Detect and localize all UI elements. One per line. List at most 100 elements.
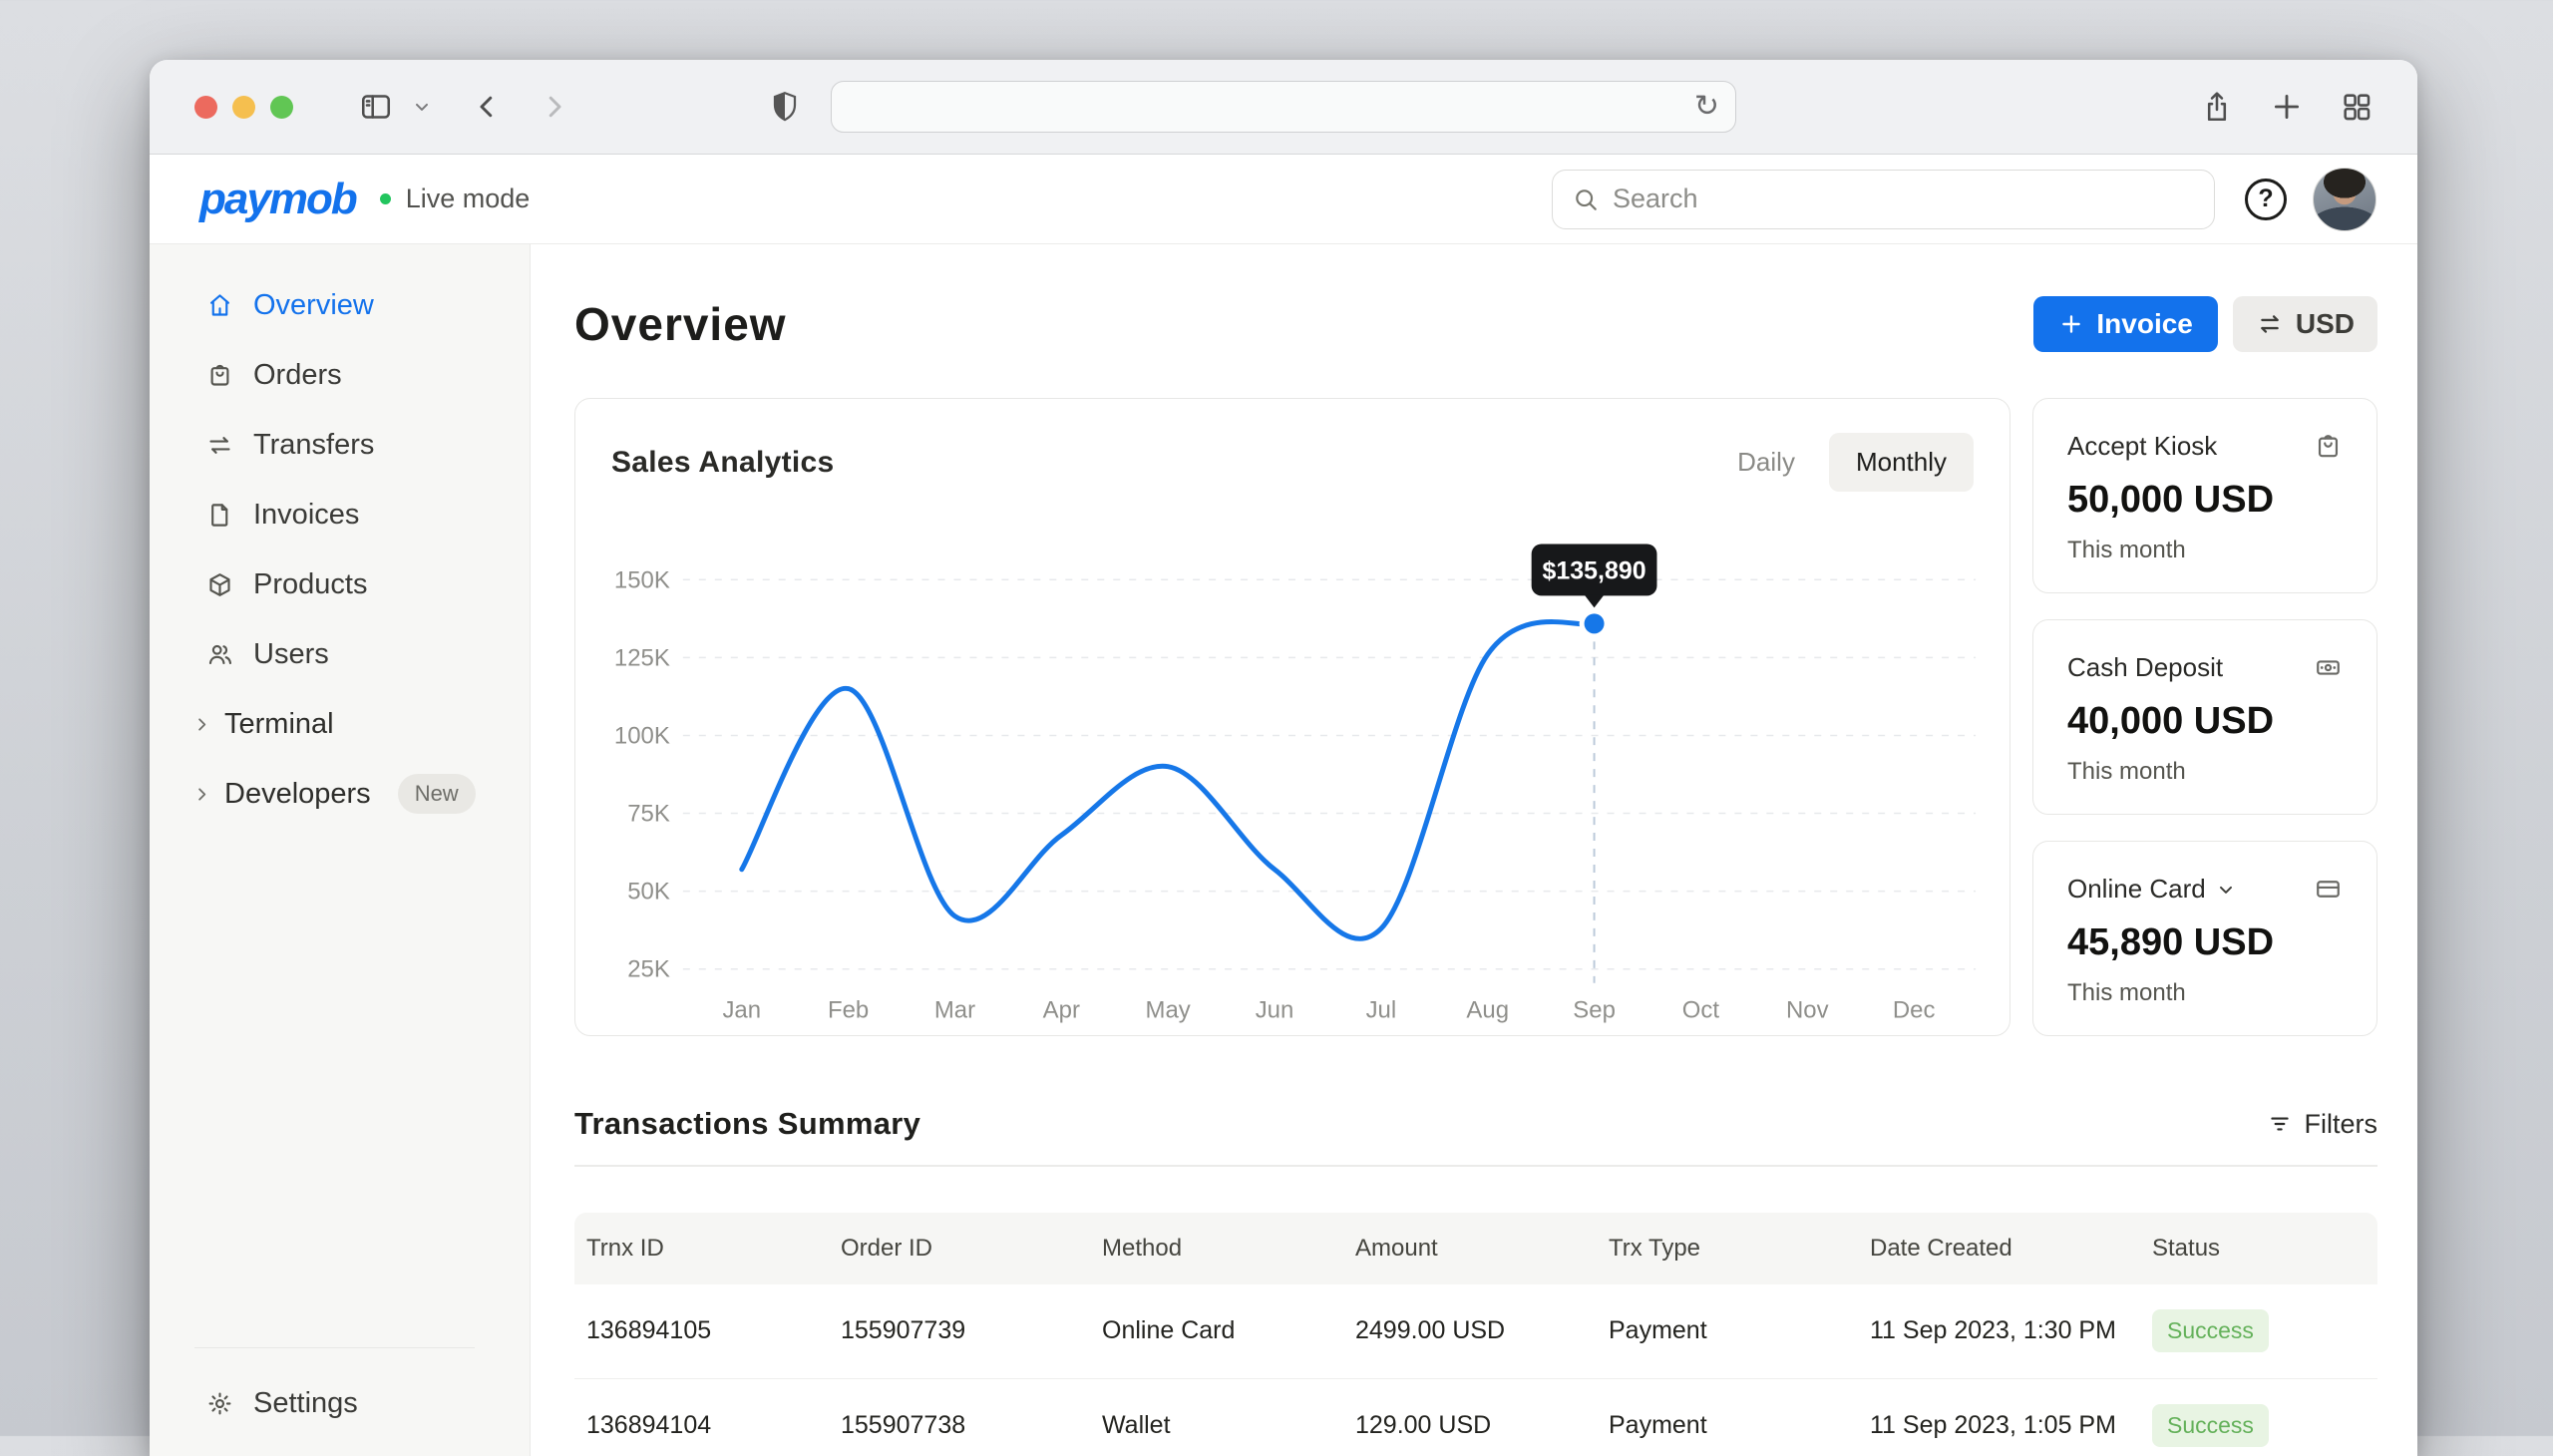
live-mode-label: Live mode (406, 183, 531, 214)
help-icon[interactable]: ? (2245, 179, 2287, 220)
address-bar[interactable]: ↻ (831, 81, 1736, 133)
swap-icon (2256, 310, 2284, 338)
svg-text:Nov: Nov (1786, 997, 1829, 1024)
chevron-right-icon (192, 715, 211, 734)
home-icon (206, 292, 233, 319)
minimize-window-button[interactable] (232, 96, 255, 119)
svg-text:Apr: Apr (1043, 997, 1080, 1024)
sidebar-group-developers[interactable]: Developers New (150, 759, 530, 829)
app-body: Overview Orders Transfers (150, 244, 2417, 1456)
package-icon (206, 571, 233, 598)
svg-text:Aug: Aug (1466, 997, 1509, 1024)
trx-type-cell: Payment (1609, 1316, 1870, 1345)
global-search[interactable] (1552, 170, 2215, 229)
page-header: Overview Invoice USD (574, 296, 2377, 352)
sidebar-item-label: Overview (253, 289, 374, 322)
toggle-daily[interactable]: Daily (1737, 447, 1795, 478)
chevron-right-icon (192, 785, 211, 804)
sidebar-item-settings[interactable]: Settings (150, 1368, 530, 1438)
svg-text:150K: 150K (614, 566, 670, 593)
sidebar-item-label: Transfers (253, 429, 374, 462)
column-header: Method (1102, 1235, 1355, 1263)
svg-text:75K: 75K (627, 801, 670, 828)
sidebar: Overview Orders Transfers (150, 244, 531, 1456)
column-header: Amount (1355, 1235, 1609, 1263)
document-icon (206, 502, 233, 529)
sidebar-group-terminal[interactable]: Terminal (150, 689, 530, 759)
page-actions: Invoice USD (2033, 296, 2377, 352)
stat-card-amount: 45,890 USD (2067, 921, 2343, 964)
user-avatar[interactable] (2313, 168, 2376, 231)
forward-button (540, 92, 569, 122)
sidebar-item-invoices[interactable]: Invoices (150, 480, 530, 549)
amount-cell: 2499.00 USD (1355, 1316, 1609, 1345)
new-tab-icon[interactable] (2270, 90, 2304, 124)
trnx-id-cell: 136894105 (586, 1316, 841, 1345)
sidebar-item-label: Users (253, 638, 329, 671)
share-icon[interactable] (2200, 90, 2234, 124)
sales-analytics-card: Sales Analytics Daily Monthly 25K50K75K1… (574, 398, 2010, 1036)
plus-icon (2058, 311, 2084, 337)
browser-toolbar: ↻ (150, 60, 2417, 155)
svg-text:$135,890: $135,890 (1543, 556, 1646, 584)
sidebar-item-products[interactable]: Products (150, 549, 530, 619)
column-header: Trnx ID (586, 1235, 841, 1263)
search-input[interactable] (1613, 183, 2194, 214)
status-badge: Success (2152, 1309, 2269, 1352)
toolbar-right-group (2200, 90, 2373, 124)
column-header: Status (2152, 1235, 2377, 1263)
stat-card-period: This month (2067, 537, 2343, 564)
new-badge: New (398, 774, 476, 814)
cash-icon (2314, 653, 2343, 682)
sidebar-group-label: Developers (224, 778, 371, 811)
sales-analytics-title: Sales Analytics (611, 446, 835, 480)
tab-overview-icon[interactable] (2340, 90, 2373, 124)
sales-chart-container: 25K50K75K100K125K150KJanFebMarAprMayJunJ… (575, 517, 2009, 1035)
sidebar-item-label: Invoices (253, 499, 359, 532)
sales-analytics-header: Sales Analytics Daily Monthly (575, 399, 2009, 492)
page-title: Overview (574, 297, 787, 351)
invoice-button[interactable]: Invoice (2033, 296, 2217, 352)
privacy-shield-icon[interactable] (770, 90, 800, 124)
svg-text:100K: 100K (614, 722, 670, 749)
reload-icon[interactable]: ↻ (1694, 92, 1719, 122)
chevron-down-icon (2216, 880, 2236, 900)
overview-content: Sales Analytics Daily Monthly 25K50K75K1… (574, 398, 2377, 1036)
period-toggle: Daily Monthly (1737, 433, 1974, 492)
sidebar-item-label: Settings (253, 1387, 358, 1420)
sidebar-divider (194, 1347, 475, 1349)
close-window-button[interactable] (194, 96, 217, 119)
back-button[interactable] (472, 92, 502, 122)
method-cell: Online Card (1102, 1316, 1355, 1345)
toggle-monthly[interactable]: Monthly (1829, 433, 1974, 492)
summary-cards: Accept Kiosk 50,000 USD This month Cash … (2032, 398, 2377, 1036)
sidebar-item-orders[interactable]: Orders (150, 340, 530, 410)
svg-text:Dec: Dec (1893, 997, 1936, 1024)
transfer-icon (206, 432, 233, 459)
stat-card-title[interactable]: Online Card (2067, 874, 2236, 905)
browser-window: ↻ paymob Live mode ? (150, 60, 2417, 1456)
zoom-window-button[interactable] (270, 96, 293, 119)
tab-group-chevron-icon[interactable] (412, 97, 432, 117)
table-row[interactable]: 136894104 155907738 Wallet 129.00 USD Pa… (574, 1379, 2377, 1456)
svg-text:Jan: Jan (722, 997, 761, 1024)
chart-tooltip: $135,890 (1532, 544, 1657, 607)
currency-button[interactable]: USD (2233, 296, 2377, 352)
search-icon (1573, 186, 1599, 212)
sidebar-item-transfers[interactable]: Transfers (150, 410, 530, 480)
filters-button[interactable]: Filters (2267, 1109, 2378, 1140)
svg-text:50K: 50K (627, 879, 670, 906)
filter-icon (2267, 1111, 2293, 1137)
sales-line-chart[interactable]: 25K50K75K100K125K150KJanFebMarAprMayJunJ… (575, 517, 2009, 1035)
paymob-logo[interactable]: paymob (199, 175, 356, 224)
table-body: 136894105 155907739 Online Card 2499.00 … (574, 1284, 2377, 1456)
sidebar-item-label: Products (253, 568, 367, 601)
app-header: paymob Live mode ? (150, 155, 2417, 244)
sidebar-item-overview[interactable]: Overview (150, 270, 530, 340)
sidebar-item-users[interactable]: Users (150, 619, 530, 689)
sidebar-group-label: Terminal (224, 708, 334, 741)
sidebar-toggle-icon[interactable] (358, 89, 394, 125)
svg-text:Feb: Feb (828, 997, 869, 1024)
accept-kiosk-card: Accept Kiosk 50,000 USD This month (2032, 398, 2377, 593)
table-row[interactable]: 136894105 155907739 Online Card 2499.00 … (574, 1284, 2377, 1379)
